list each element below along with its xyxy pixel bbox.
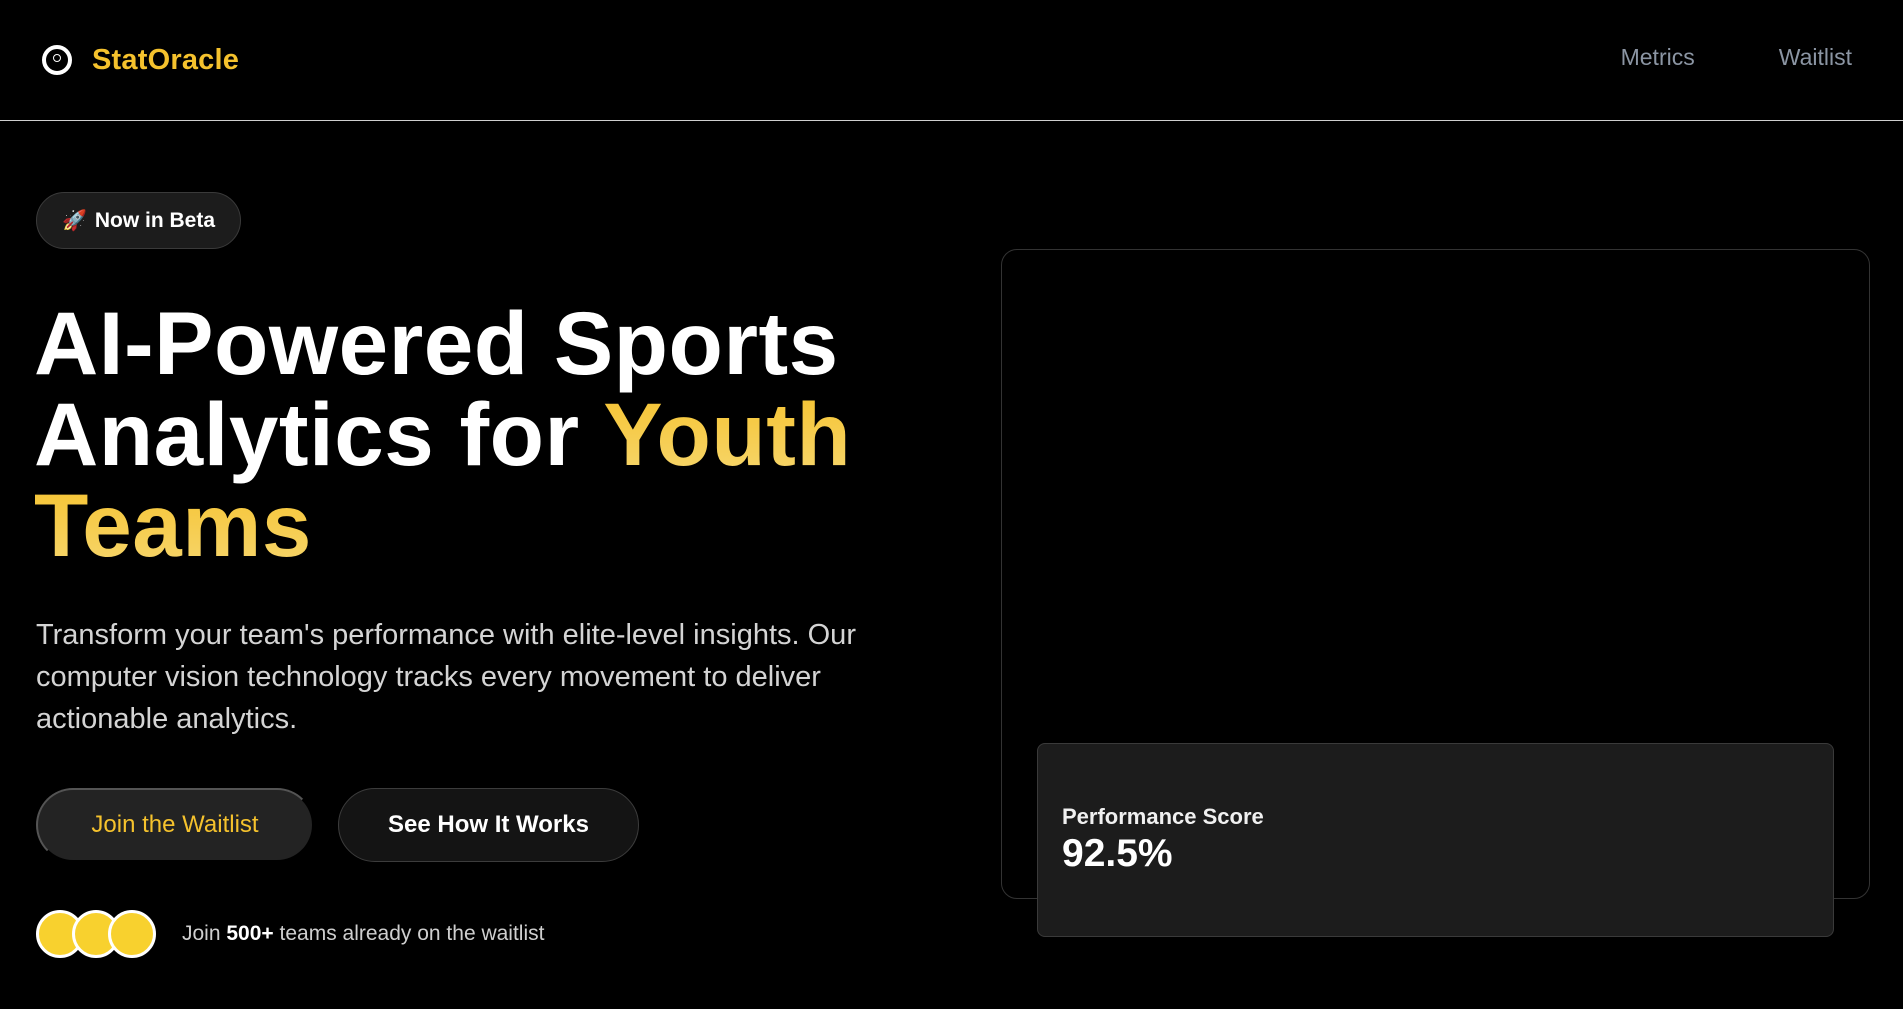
see-how-it-works-button[interactable]: See How It Works xyxy=(338,788,639,862)
score-label: Performance Score xyxy=(1062,804,1264,829)
score-value: 92.5% xyxy=(1062,832,1173,875)
rocket-icon: 🚀 xyxy=(61,210,87,232)
join-waitlist-button[interactable]: Join the Waitlist xyxy=(36,788,314,862)
social-count: 500+ xyxy=(226,922,274,945)
brand-logo[interactable]: StatOracle xyxy=(42,42,239,78)
nav-link-metrics[interactable]: Metrics xyxy=(1621,44,1695,71)
social-prefix: Join xyxy=(182,922,227,945)
navbar: StatOracle Metrics Waitlist xyxy=(0,0,1903,121)
beta-badge-label: Now in Beta xyxy=(94,208,216,232)
performance-score-card: Performance Score 92.5% xyxy=(1037,743,1834,937)
social-suffix: teams already on the waitlist xyxy=(273,922,545,945)
hero-headline: AI-Powered Sports Analytics for Youth Te… xyxy=(34,298,934,571)
eye-logo-icon xyxy=(42,45,72,75)
avatar-stack xyxy=(36,910,156,958)
hero-subtext: Transform your team's performance with e… xyxy=(36,619,856,735)
avatar xyxy=(108,910,156,958)
brand-name: StatOracle xyxy=(92,43,240,76)
social-proof: Join 500+ teams already on the waitlist xyxy=(36,909,544,959)
nav-links: Metrics Waitlist xyxy=(1621,44,1852,71)
nav-link-waitlist[interactable]: Waitlist xyxy=(1779,44,1852,71)
social-proof-text: Join 500+ teams already on the waitlist xyxy=(182,922,544,946)
beta-badge: 🚀 Now in Beta xyxy=(36,192,241,249)
